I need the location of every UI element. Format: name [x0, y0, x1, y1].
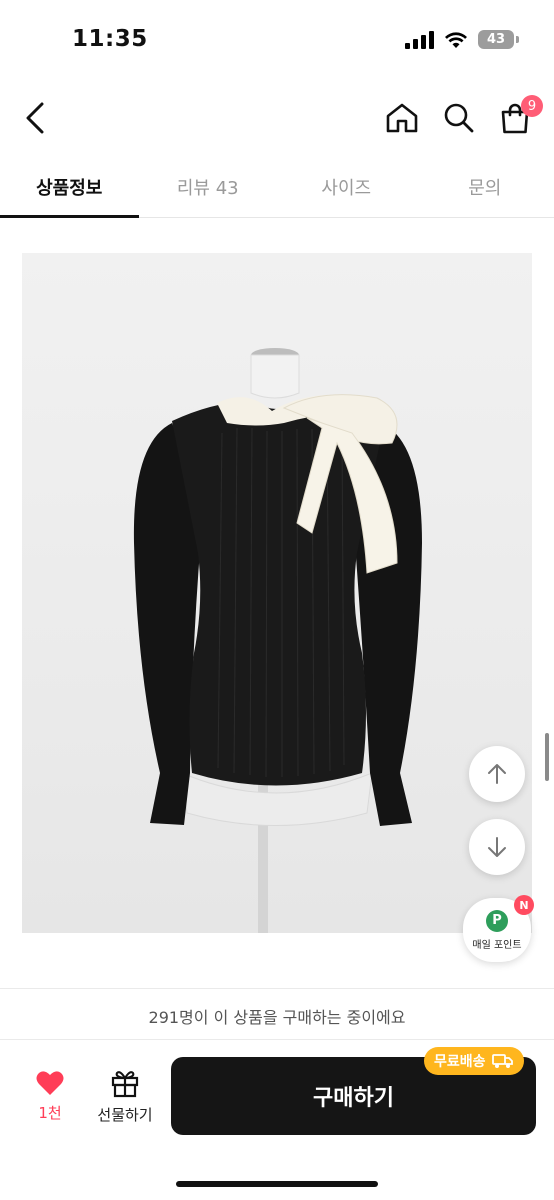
- like-button[interactable]: 1천: [24, 1070, 76, 1130]
- gift-icon: [111, 1071, 139, 1098]
- battery-icon: 43: [478, 30, 519, 49]
- search-button[interactable]: [440, 98, 478, 138]
- status-bar: 11:35 43: [0, 0, 554, 80]
- gift-button[interactable]: 선물하기: [90, 1068, 160, 1130]
- tab-size[interactable]: 사이즈: [277, 160, 416, 217]
- arrow-down-icon: [488, 837, 506, 857]
- top-navigation: [0, 88, 554, 148]
- status-time: 11:35: [72, 26, 148, 52]
- free-shipping-label: 무료배송: [434, 1054, 486, 1070]
- home-icon: [386, 103, 418, 133]
- page-scrollbar[interactable]: [545, 733, 549, 781]
- buyer-count-banner: 291명이 이 상품을 구매하는 중이에요: [0, 988, 554, 1040]
- home-indicator[interactable]: [176, 1181, 378, 1187]
- signal-icon: [405, 30, 434, 49]
- chevron-left-icon: [26, 102, 44, 134]
- tab-reviews[interactable]: 리뷰 43: [139, 160, 278, 217]
- point-icon: P: [486, 909, 508, 932]
- arrow-up-icon: [488, 764, 506, 784]
- like-count: 1천: [38, 1104, 62, 1122]
- scroll-down-button[interactable]: [469, 819, 525, 875]
- heart-icon: [36, 1071, 64, 1095]
- search-icon: [444, 103, 474, 133]
- product-image[interactable]: [22, 253, 532, 933]
- battery-level: 43: [486, 32, 506, 47]
- product-illustration: [133, 348, 422, 933]
- product-tabs: 상품정보 리뷰 43 사이즈 문의: [0, 160, 554, 218]
- tab-product-info[interactable]: 상품정보: [0, 160, 139, 218]
- scroll-up-button[interactable]: [469, 746, 525, 802]
- status-icons: 43: [405, 30, 519, 49]
- home-button[interactable]: [383, 98, 421, 138]
- wifi-icon: [445, 31, 467, 48]
- daily-point-label: 매일 포인트: [472, 939, 522, 951]
- new-badge: N: [514, 895, 534, 915]
- tab-inquiry[interactable]: 문의: [416, 160, 554, 217]
- back-button[interactable]: [18, 98, 52, 138]
- free-shipping-badge: 무료배송: [424, 1047, 524, 1075]
- gift-label: 선물하기: [97, 1106, 153, 1124]
- cart-count-badge: 9: [521, 95, 543, 117]
- delivery-truck-icon: [491, 1054, 513, 1068]
